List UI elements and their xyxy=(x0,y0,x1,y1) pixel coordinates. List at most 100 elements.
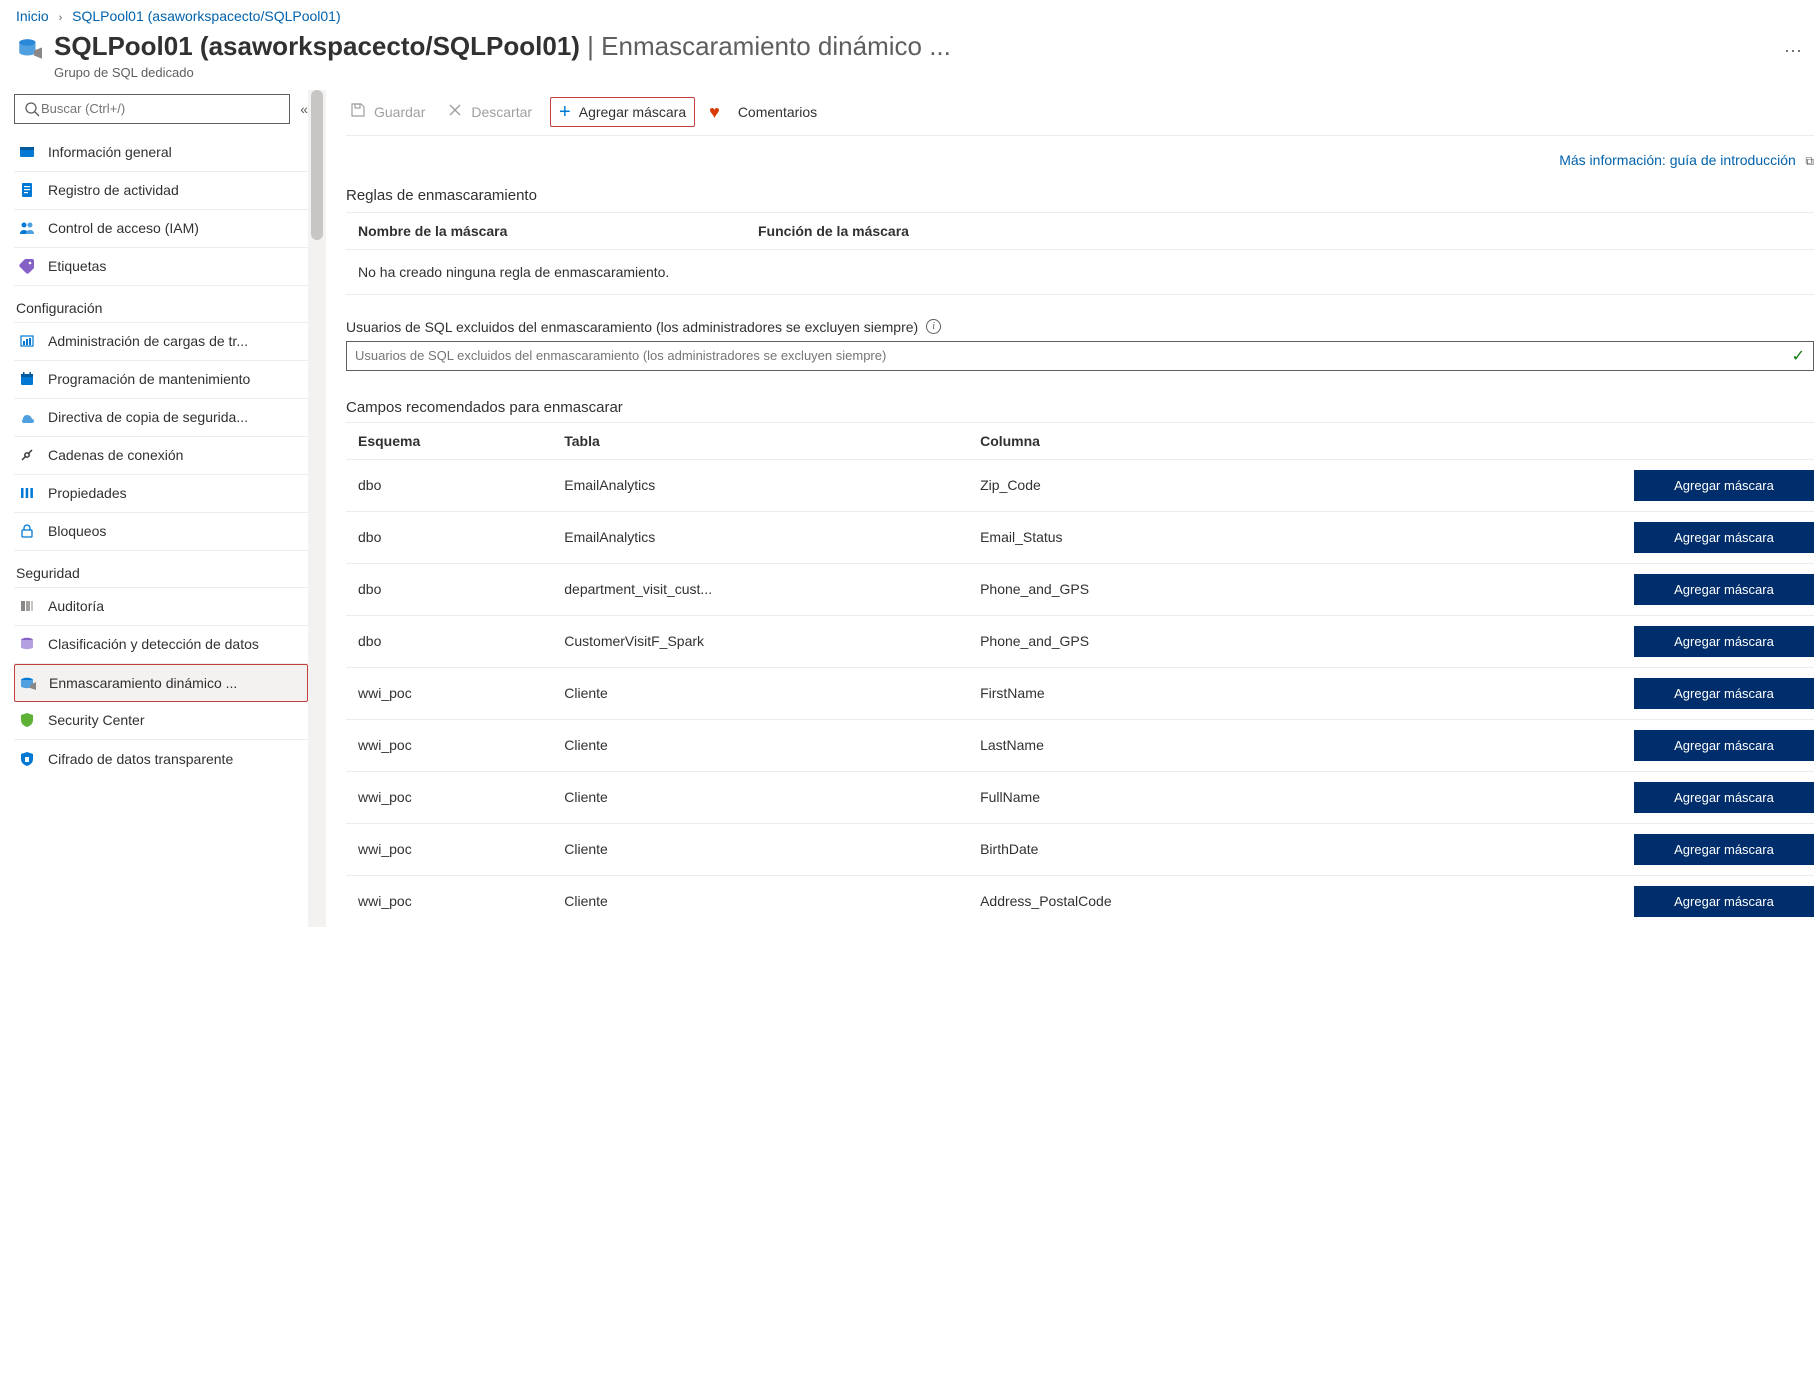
cell-schema: wwi_poc xyxy=(346,719,552,771)
cell-column: LastName xyxy=(968,719,1344,771)
cell-schema: wwi_poc xyxy=(346,771,552,823)
iam-icon xyxy=(18,219,36,237)
add-mask-label: Agregar máscara xyxy=(579,104,686,120)
sidebar-item-label: Auditoría xyxy=(48,598,302,614)
conn-icon xyxy=(18,446,36,464)
page-title-sep: | xyxy=(580,31,601,61)
excluded-users-field[interactable]: ✓ xyxy=(346,341,1814,371)
cell-table: Cliente xyxy=(552,875,968,927)
add-mask-row-button[interactable]: Agregar máscara xyxy=(1634,522,1814,553)
rules-col-function: Función de la máscara xyxy=(758,223,909,239)
sidebar-item-maintenance[interactable]: Programación de mantenimiento xyxy=(14,361,308,399)
page-title: SQLPool01 (asaworkspacecto/SQLPool01) | … xyxy=(54,30,951,63)
sidebar-item-locks[interactable]: Bloqueos xyxy=(14,513,308,551)
sidebar-section-config: Configuración xyxy=(14,286,308,323)
add-mask-row-button[interactable]: Agregar máscara xyxy=(1634,834,1814,865)
sidebar-search-input[interactable] xyxy=(41,101,281,116)
cell-table: Cliente xyxy=(552,823,968,875)
col-action xyxy=(1344,422,1814,459)
cell-column: BirthDate xyxy=(968,823,1344,875)
collapse-sidebar-icon[interactable]: « xyxy=(300,101,308,117)
add-mask-button[interactable]: + Agregar máscara xyxy=(550,97,695,127)
sidebar-item-connection-strings[interactable]: Cadenas de conexión xyxy=(14,437,308,475)
add-mask-row-button[interactable]: Agregar máscara xyxy=(1634,626,1814,657)
cell-table: EmailAnalytics xyxy=(552,459,968,511)
table-row: dboEmailAnalyticsEmail_StatusAgregar más… xyxy=(346,511,1814,563)
sidebar-item-data-classification[interactable]: Clasificación y detección de datos xyxy=(14,626,308,664)
rules-empty-message: No ha creado ninguna regla de enmascaram… xyxy=(346,250,1814,295)
sidebar-item-tde[interactable]: Cifrado de datos transparente xyxy=(14,740,308,778)
sidebar-item-auditing[interactable]: Auditoría xyxy=(14,588,308,626)
add-mask-row-button[interactable]: Agregar máscara xyxy=(1634,678,1814,709)
cell-table: Cliente xyxy=(552,719,968,771)
save-button[interactable]: Guardar xyxy=(346,100,429,124)
breadcrumb: Inicio › SQLPool01 (asaworkspacecto/SQLP… xyxy=(0,0,1818,28)
workload-icon xyxy=(18,332,36,350)
table-header-row: Esquema Tabla Columna xyxy=(346,422,1814,459)
sidebar-item-label: Administración de cargas de tr... xyxy=(48,333,302,349)
feedback-label: Comentarios xyxy=(738,104,817,120)
cell-schema: wwi_poc xyxy=(346,875,552,927)
scroll-thumb[interactable] xyxy=(311,90,323,240)
cell-column: Zip_Code xyxy=(968,459,1344,511)
feedback-button[interactable]: Comentarios xyxy=(734,102,821,122)
cell-table: department_visit_cust... xyxy=(552,563,968,615)
sidebar-item-backup[interactable]: Directiva de copia de segurida... xyxy=(14,399,308,437)
sidebar-item-workload[interactable]: Administración de cargas de tr... xyxy=(14,323,308,361)
info-icon[interactable]: i xyxy=(926,319,941,334)
sidebar-item-properties[interactable]: Propiedades xyxy=(14,475,308,513)
page-title-strong: SQLPool01 (asaworkspacecto/SQLPool01) xyxy=(54,31,580,61)
sidebar-item-dynamic-masking[interactable]: Enmascaramiento dinámico ... xyxy=(14,664,308,702)
sidebar-item-label: Propiedades xyxy=(48,485,302,501)
sidebar-item-iam[interactable]: Control de acceso (IAM) xyxy=(14,210,308,248)
add-mask-row-button[interactable]: Agregar máscara xyxy=(1634,886,1814,917)
cell-column: Phone_and_GPS xyxy=(968,615,1344,667)
cell-action: Agregar máscara xyxy=(1344,563,1814,615)
cell-table: EmailAnalytics xyxy=(552,511,968,563)
cell-action: Agregar máscara xyxy=(1344,771,1814,823)
sidebar-item-security-center[interactable]: Security Center xyxy=(14,702,308,740)
table-row: dbodepartment_visit_cust...Phone_and_GPS… xyxy=(346,563,1814,615)
discard-button[interactable]: Descartar xyxy=(443,100,536,124)
sidebar-item-tags[interactable]: Etiquetas xyxy=(14,248,308,286)
sidebar-item-overview[interactable]: Información general xyxy=(14,134,308,172)
table-row: wwi_pocClienteFirstNameAgregar máscara xyxy=(346,667,1814,719)
sidebar-item-label: Programación de mantenimiento xyxy=(48,371,302,387)
breadcrumb-sep: › xyxy=(59,12,63,24)
cell-action: Agregar máscara xyxy=(1344,667,1814,719)
plus-icon: + xyxy=(559,102,571,122)
add-mask-row-button[interactable]: Agregar máscara xyxy=(1634,730,1814,761)
resource-icon xyxy=(16,30,42,65)
add-mask-row-button[interactable]: Agregar máscara xyxy=(1634,782,1814,813)
sidebar-item-label: Registro de actividad xyxy=(48,182,302,198)
heart-icon: ♥ xyxy=(709,102,720,123)
tag-icon xyxy=(18,257,36,275)
cell-table: Cliente xyxy=(552,771,968,823)
sidebar-scrollbar[interactable]: ▴ xyxy=(308,90,326,927)
breadcrumb-resource[interactable]: SQLPool01 (asaworkspacecto/SQLPool01) xyxy=(72,8,340,24)
sidebar-item-activity-log[interactable]: Registro de actividad xyxy=(14,172,308,210)
col-table: Tabla xyxy=(552,422,968,459)
sidebar-search[interactable] xyxy=(14,94,290,124)
more-info-link[interactable]: Más información: guía de introducción xyxy=(1559,152,1796,168)
sidebar-item-label: Security Center xyxy=(48,712,302,728)
rules-col-name: Nombre de la máscara xyxy=(358,223,758,239)
sidebar-item-label: Directiva de copia de segurida... xyxy=(48,409,302,425)
add-mask-row-button[interactable]: Agregar máscara xyxy=(1634,574,1814,605)
sidebar-section-security: Seguridad xyxy=(14,551,308,588)
breadcrumb-home[interactable]: Inicio xyxy=(16,8,49,24)
more-actions-button[interactable]: ··· xyxy=(1784,30,1802,61)
sidebar-item-label: Información general xyxy=(48,144,302,160)
cell-action: Agregar máscara xyxy=(1344,459,1814,511)
add-mask-row-button[interactable]: Agregar máscara xyxy=(1634,470,1814,501)
external-link-icon: ⧉ xyxy=(1805,154,1814,168)
excluded-users-input[interactable] xyxy=(355,348,1792,363)
check-icon: ✓ xyxy=(1792,346,1805,366)
search-icon xyxy=(23,100,41,118)
excluded-users-label: Usuarios de SQL excluidos del enmascaram… xyxy=(346,319,1814,335)
cell-table: CustomerVisitF_Spark xyxy=(552,615,968,667)
save-icon xyxy=(350,102,366,122)
table-row: wwi_pocClienteAddress_PostalCodeAgregar … xyxy=(346,875,1814,927)
backup-icon xyxy=(18,408,36,426)
mask-icon xyxy=(19,674,37,692)
